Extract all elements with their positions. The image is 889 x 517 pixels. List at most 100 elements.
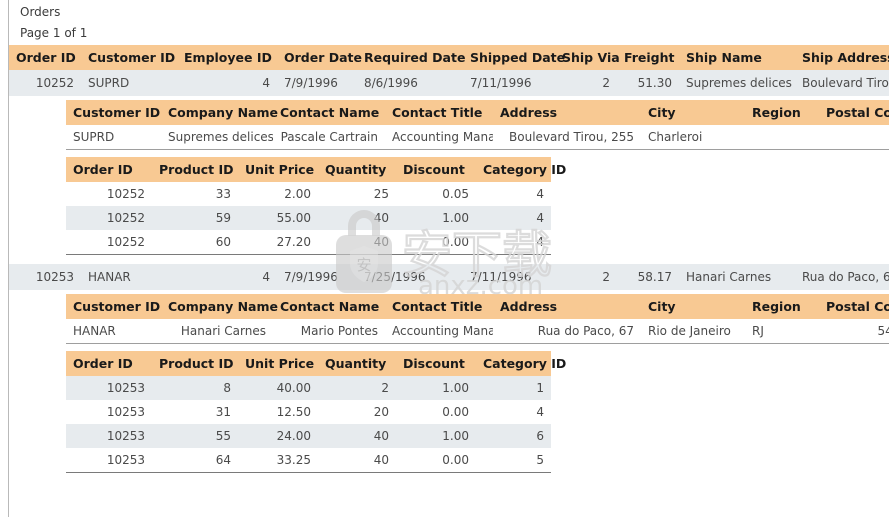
cell-customer-id: SUPRD xyxy=(81,70,177,96)
cell-address: Rua do Paco, 67 xyxy=(493,319,641,344)
cell-ship-via: 2 xyxy=(555,70,617,96)
cell-quantity: 40 xyxy=(318,424,396,448)
cell-contact-name: Mario Pontes xyxy=(273,319,385,344)
details-col-product-id[interactable]: Product ID xyxy=(152,157,238,182)
customer-col-contact-name[interactable]: Contact Name xyxy=(273,294,385,319)
table-row[interactable]: 10253 64 33.25 40 0.00 5 xyxy=(66,448,551,472)
details-header-row: Order ID Product ID Unit Price Quantity … xyxy=(66,351,566,376)
details-col-category-id[interactable]: Category ID xyxy=(476,351,566,376)
orders-col-shipped-date[interactable]: Shipped Date xyxy=(463,45,565,70)
page-title: Orders xyxy=(20,5,61,19)
details-col-unit-price[interactable]: Unit Price xyxy=(238,157,318,182)
cell-order-date: 7/9/1996 xyxy=(277,264,357,290)
table-row[interactable]: 10253 8 40.00 2 1.00 1 xyxy=(66,376,551,400)
cell-company-name: Supremes delices xyxy=(161,125,273,150)
customer-col-postal-code[interactable]: Postal Code xyxy=(819,100,889,125)
cell-address: Boulevard Tirou, 255 xyxy=(493,125,641,150)
cell-product-id: 33 xyxy=(152,182,238,206)
cell-employee-id: 4 xyxy=(177,264,277,290)
cell-quantity: 2 xyxy=(318,376,396,400)
cell-order-date: 7/9/1996 xyxy=(277,70,357,96)
customer-col-address[interactable]: Address xyxy=(493,294,641,319)
customer-col-city[interactable]: City xyxy=(641,100,745,125)
orders-col-order-id[interactable]: Order ID xyxy=(9,45,81,70)
customer-table: Customer ID Company Name Contact Name Co… xyxy=(66,294,889,344)
details-col-discount[interactable]: Discount xyxy=(396,157,476,182)
table-row[interactable]: 10252 60 27.20 40 0.00 4 xyxy=(66,230,551,254)
order-details-table: Order ID Product ID Unit Price Quantity … xyxy=(66,351,566,472)
details-col-product-id[interactable]: Product ID xyxy=(152,351,238,376)
orders-col-freight[interactable]: Freight xyxy=(617,45,679,70)
customer-col-city[interactable]: City xyxy=(641,294,745,319)
cell-product-id: 60 xyxy=(152,230,238,254)
cell-shipped-date: 7/11/1996 xyxy=(463,70,555,96)
customer-col-address[interactable]: Address xyxy=(493,100,641,125)
cell-customer-id: HANAR xyxy=(81,264,177,290)
nested-detail-row: Customer ID Company Name Contact Name Co… xyxy=(9,96,889,264)
details-col-order-id[interactable]: Order ID xyxy=(66,157,152,182)
orders-col-order-date[interactable]: Order Date xyxy=(277,45,362,70)
cell-unit-price: 55.00 xyxy=(238,206,318,230)
orders-col-ship-name[interactable]: Ship Name xyxy=(679,45,795,70)
cell-contact-title: Accounting Manager xyxy=(385,125,493,150)
customer-header-row: Customer ID Company Name Contact Name Co… xyxy=(66,100,889,125)
cell-category-id: 4 xyxy=(476,400,551,424)
customer-col-region[interactable]: Region xyxy=(745,100,819,125)
orders-col-employee-id[interactable]: Employee ID xyxy=(177,45,277,70)
cell-customer-id: SUPRD xyxy=(66,125,161,150)
cell-employee-id: 4 xyxy=(177,70,277,96)
customer-col-company-name[interactable]: Company Name xyxy=(161,294,278,319)
details-col-quantity[interactable]: Quantity xyxy=(318,157,396,182)
orders-col-required-date[interactable]: Required Date xyxy=(357,45,465,70)
cell-freight: 58.17 xyxy=(617,264,679,290)
cell-category-id: 4 xyxy=(476,206,551,230)
details-col-quantity[interactable]: Quantity xyxy=(318,351,396,376)
customer-col-customer-id[interactable]: Customer ID xyxy=(66,100,161,125)
orders-col-customer-id[interactable]: Customer ID xyxy=(81,45,177,70)
cell-quantity: 40 xyxy=(318,230,396,254)
cell-order-id: 10252 xyxy=(66,182,152,206)
table-row[interactable]: 10252 33 2.00 25 0.05 4 xyxy=(66,182,551,206)
cell-required-date: 8/6/1996 xyxy=(357,70,463,96)
cell-unit-price: 2.00 xyxy=(238,182,318,206)
details-col-discount[interactable]: Discount xyxy=(396,351,476,376)
cell-region: RJ xyxy=(745,319,819,344)
orders-col-ship-address[interactable]: Ship Address xyxy=(795,45,889,70)
table-row[interactable]: 10252 SUPRD 4 7/9/1996 8/6/1996 7/11/199… xyxy=(9,70,889,96)
details-col-unit-price[interactable]: Unit Price xyxy=(238,351,318,376)
cell-order-id: 10252 xyxy=(9,70,81,96)
details-col-order-id[interactable]: Order ID xyxy=(66,351,152,376)
customer-col-region[interactable]: Region xyxy=(745,294,819,319)
customer-col-contact-name[interactable]: Contact Name xyxy=(273,100,385,125)
cell-unit-price: 40.00 xyxy=(238,376,318,400)
table-row[interactable]: 10253 55 24.00 40 1.00 6 xyxy=(66,424,551,448)
customer-col-customer-id[interactable]: Customer ID xyxy=(66,294,161,319)
nested-detail-row: Customer ID Company Name Contact Name Co… xyxy=(9,290,889,473)
table-row[interactable]: HANAR Hanari Carnes Mario Pontes Account… xyxy=(66,319,889,344)
customer-section: Customer ID Company Name Contact Name Co… xyxy=(9,290,889,344)
customer-col-company-name[interactable]: Company Name xyxy=(161,100,278,125)
customer-col-contact-title[interactable]: Contact Title xyxy=(385,294,493,319)
page-indicator: Page 1 of 1 xyxy=(20,26,88,40)
customer-table: Customer ID Company Name Contact Name Co… xyxy=(66,100,889,150)
cell-order-id: 10253 xyxy=(9,264,81,290)
details-col-category-id[interactable]: Category ID xyxy=(476,157,566,182)
details-header-row: Order ID Product ID Unit Price Quantity … xyxy=(66,157,566,182)
cell-order-id: 10253 xyxy=(66,424,152,448)
customer-col-contact-title[interactable]: Contact Title xyxy=(385,100,493,125)
orders-header-row: Order ID Customer ID Employee ID Order D… xyxy=(9,45,889,70)
cell-order-id: 10252 xyxy=(66,206,152,230)
customer-col-postal-code[interactable]: Postal Code xyxy=(819,294,889,319)
table-row[interactable]: 10253 31 12.50 20 0.00 4 xyxy=(66,400,551,424)
table-row[interactable]: 10252 59 55.00 40 1.00 4 xyxy=(66,206,551,230)
cell-discount: 0.00 xyxy=(396,230,476,254)
cell-required-date: 7/25/1996 xyxy=(357,264,463,290)
order-details-table: Order ID Product ID Unit Price Quantity … xyxy=(66,157,566,254)
table-row[interactable]: SUPRD Supremes delices Pascale Cartrain … xyxy=(66,125,889,150)
cell-order-id: 10252 xyxy=(66,230,152,254)
cell-unit-price: 12.50 xyxy=(238,400,318,424)
cell-quantity: 20 xyxy=(318,400,396,424)
cell-category-id: 4 xyxy=(476,230,551,254)
orders-col-ship-via[interactable]: Ship Via xyxy=(555,45,620,70)
table-row[interactable]: 10253 HANAR 4 7/9/1996 7/25/1996 7/11/19… xyxy=(9,264,889,290)
